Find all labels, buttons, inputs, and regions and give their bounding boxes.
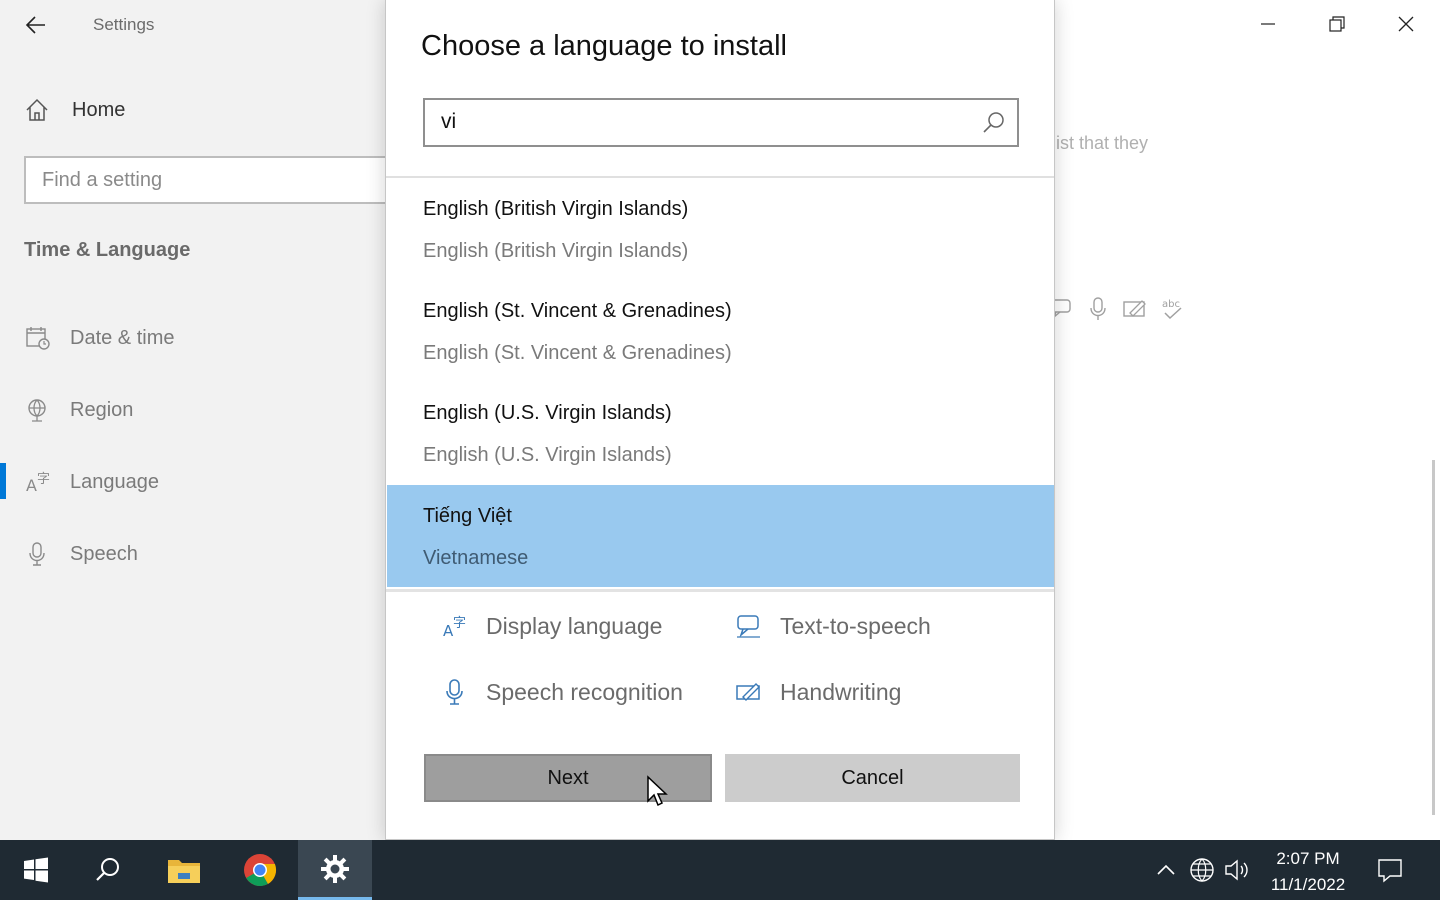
features-divider — [386, 589, 1054, 592]
app-title: Settings — [93, 15, 155, 34]
minimize-button[interactable] — [1233, 0, 1302, 48]
sidebar-item-label: Region — [70, 398, 134, 421]
taskbar-file-explorer[interactable] — [148, 840, 220, 900]
background-feature-icons: abc — [1050, 296, 1186, 322]
language-list-item[interactable]: English (British Virgin Islands) English… — [387, 178, 1054, 280]
find-setting-placeholder: Find a setting — [42, 168, 163, 191]
language-list-item-selected[interactable]: Tiếng Việt Vietnamese — [387, 485, 1054, 587]
dialog-title: Choose a language to install — [421, 30, 787, 62]
background-description-text: ist that they — [1056, 133, 1149, 153]
feature-handwriting: Handwriting — [734, 672, 901, 712]
feature-label: Speech recognition — [486, 678, 683, 705]
language-icon: A字 — [24, 468, 52, 496]
spellcheck-icon: abc — [1162, 299, 1182, 320]
action-center-button[interactable] — [1374, 854, 1406, 886]
language-list: English (British Virgin Islands) English… — [387, 178, 1054, 588]
feature-label: Handwriting — [780, 678, 902, 705]
language-list-item[interactable]: English (U.S. Virgin Islands) English (U… — [387, 382, 1054, 484]
choose-language-dialog: Choose a language to install vi English … — [385, 0, 1055, 840]
close-button[interactable] — [1371, 0, 1440, 48]
sidebar-item-region[interactable]: Region — [24, 394, 133, 426]
taskbar-settings[interactable] — [298, 840, 372, 900]
scrollbar[interactable] — [1432, 460, 1435, 815]
microphone-icon — [440, 677, 470, 707]
sidebar-item-label: Speech — [70, 542, 138, 565]
chrome-icon — [244, 854, 277, 887]
language-name: English (U.S. Virgin Islands) — [423, 402, 672, 424]
language-name: English (St. Vincent & Grenadines) — [423, 300, 732, 322]
sidebar-item-speech[interactable]: Speech — [24, 538, 138, 570]
language-name: English (British Virgin Islands) — [423, 198, 689, 220]
section-title: Time & Language — [24, 239, 191, 261]
taskbar-chrome[interactable] — [224, 840, 296, 900]
svg-text:字: 字 — [453, 616, 466, 631]
svg-text:abc: abc — [1162, 299, 1180, 310]
taskbar-search-button[interactable] — [72, 840, 144, 900]
search-icon[interactable] — [981, 110, 1007, 136]
show-hidden-icons-button[interactable] — [1150, 854, 1182, 886]
home-icon — [26, 98, 48, 121]
nav-home[interactable]: Home — [24, 94, 125, 126]
find-setting-input[interactable]: Find a setting — [24, 156, 394, 204]
svg-text:字: 字 — [37, 472, 50, 487]
language-native-name: Vietnamese — [423, 547, 529, 569]
minimize-icon — [1260, 23, 1275, 25]
language-native-name: English (U.S. Virgin Islands) — [423, 444, 672, 466]
sidebar-item-label: Language — [70, 470, 159, 493]
language-list-item[interactable]: English (St. Vincent & Grenadines) Engli… — [387, 280, 1054, 382]
handwriting-icon — [1123, 300, 1146, 317]
sidebar-item-label: Date & time — [70, 326, 175, 349]
language-search-input[interactable]: vi — [423, 98, 1019, 147]
handwriting-icon — [734, 677, 764, 707]
search-icon — [96, 858, 119, 881]
file-explorer-icon — [168, 860, 200, 883]
notification-icon — [1378, 859, 1402, 883]
close-icon — [1398, 16, 1413, 32]
language-native-name: English (St. Vincent & Grenadines) — [423, 342, 732, 364]
sidebar-item-date-time[interactable]: Date & time — [24, 322, 174, 354]
feature-label: Display language — [486, 612, 663, 639]
network-button[interactable] — [1186, 854, 1218, 886]
nav-home-label: Home — [72, 98, 126, 121]
restore-icon — [1328, 16, 1345, 32]
gear-icon — [321, 854, 349, 883]
microphone-icon — [24, 540, 52, 568]
svg-text:A: A — [26, 476, 37, 495]
taskbar-clock[interactable]: 2:07 PM 11/1/2022 — [1258, 846, 1358, 898]
back-arrow-icon — [25, 16, 45, 34]
mouse-cursor-icon — [647, 775, 668, 807]
speaker-icon — [1225, 859, 1248, 881]
language-native-name: English (British Virgin Islands) — [423, 240, 689, 262]
globe-icon — [24, 396, 52, 424]
restore-button[interactable] — [1302, 0, 1371, 48]
text-to-speech-icon — [734, 611, 764, 641]
calendar-clock-icon — [24, 324, 52, 352]
network-globe-icon — [1190, 858, 1214, 882]
start-button[interactable] — [0, 840, 72, 900]
active-indicator — [0, 463, 6, 499]
taskbar: 2:07 PM 11/1/2022 — [0, 840, 1440, 900]
sidebar-item-language[interactable]: A字 Language — [24, 466, 159, 498]
feature-text-to-speech: Text-to-speech — [734, 606, 931, 646]
window-controls — [1233, 0, 1440, 48]
clock-time: 2:07 PM — [1276, 849, 1340, 868]
next-button[interactable]: Next — [424, 754, 712, 802]
volume-button[interactable] — [1221, 854, 1253, 886]
sidebar: Settings Home Find a setting Time & Lang… — [0, 0, 394, 840]
display-language-icon: A字 — [440, 611, 470, 641]
feature-speech-recognition: Speech recognition — [440, 672, 683, 712]
language-name: Tiếng Việt — [423, 505, 512, 527]
microphone-icon — [1090, 297, 1106, 320]
feature-display-language: A字 Display language — [440, 606, 662, 646]
windows-logo-icon — [24, 857, 48, 883]
chevron-up-icon — [1157, 864, 1175, 875]
clock-date: 11/1/2022 — [1270, 875, 1346, 894]
feature-label: Text-to-speech — [780, 612, 931, 639]
language-search-value: vi — [441, 110, 457, 133]
cancel-button[interactable]: Cancel — [725, 754, 1020, 802]
back-button[interactable] — [20, 10, 52, 40]
